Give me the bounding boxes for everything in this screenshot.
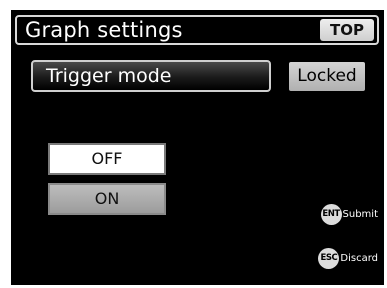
submit-label: Submit — [342, 209, 378, 220]
ent-key-icon[interactable]: ENT — [320, 204, 342, 225]
title-bar: Graph settings TOP — [15, 15, 379, 45]
device-screen: Graph settings TOP Trigger mode Locked O… — [11, 10, 384, 285]
esc-key-icon[interactable]: ESC — [318, 248, 340, 269]
trigger-mode-setting[interactable]: Trigger mode — [31, 60, 271, 92]
discard-label: Discard — [340, 253, 378, 264]
discard-hint[interactable]: ESC Discard — [318, 248, 378, 270]
submit-hint[interactable]: ENT Submit — [320, 204, 378, 226]
setting-label: Trigger mode — [46, 65, 172, 87]
page-title: Graph settings — [25, 18, 183, 42]
top-button[interactable]: TOP — [320, 19, 374, 41]
option-on-button[interactable]: ON — [48, 183, 166, 215]
status-badge: Locked — [289, 62, 365, 91]
option-off-button[interactable]: OFF — [48, 143, 166, 175]
